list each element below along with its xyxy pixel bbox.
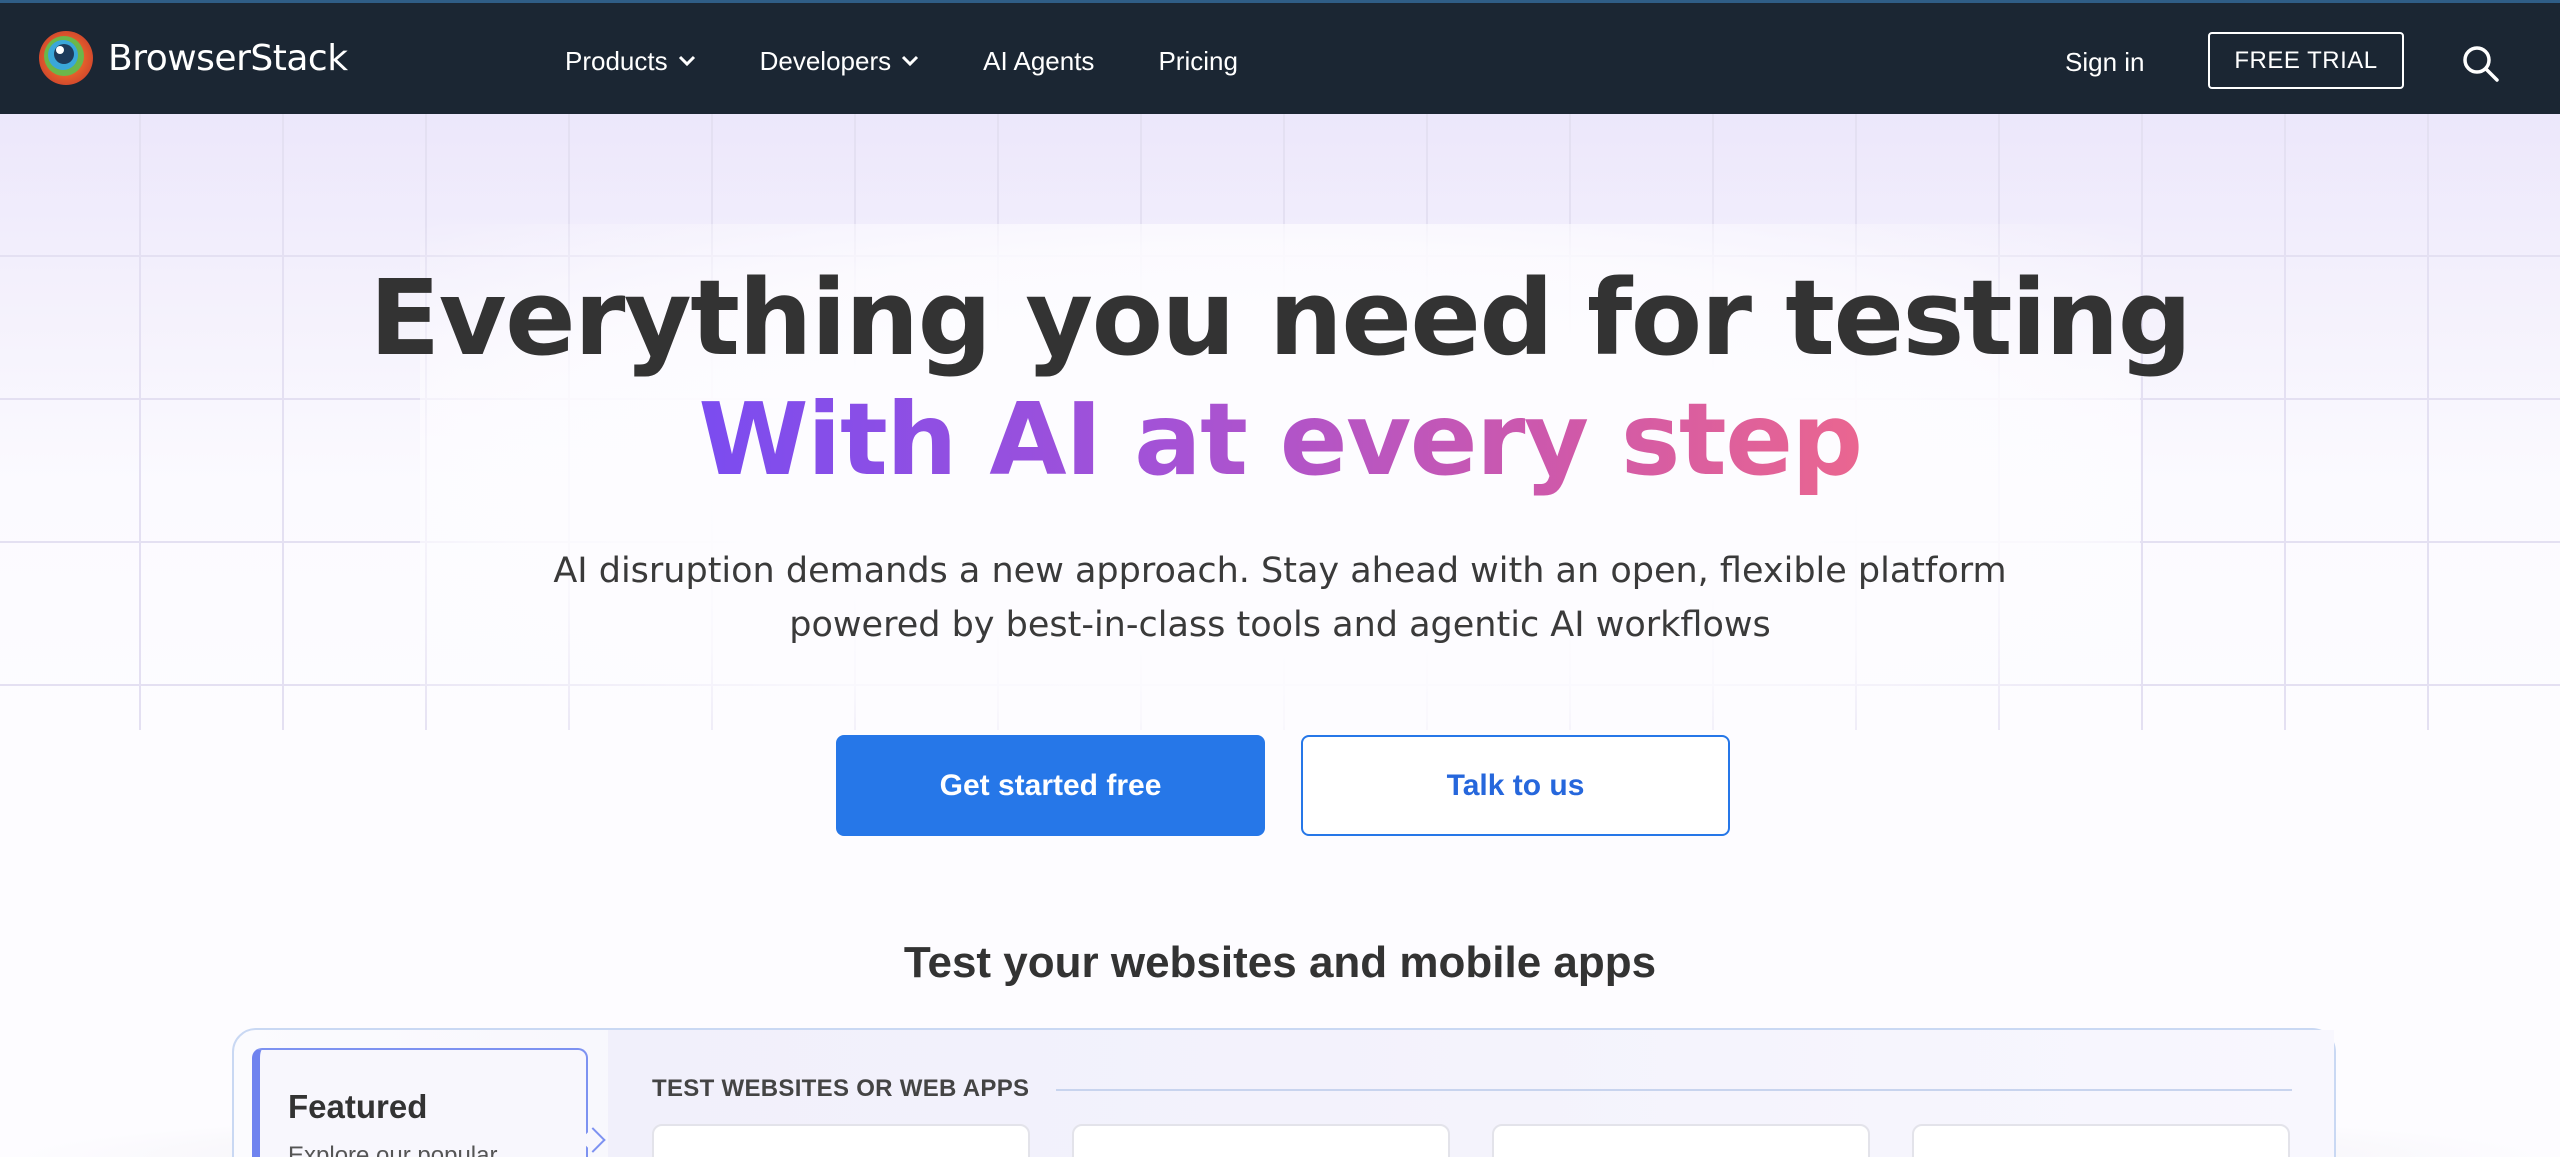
nav-item-label: Developers xyxy=(759,45,892,76)
main-nav: Products Developers AI Agents Pricing xyxy=(565,37,1302,85)
get-started-free-button[interactable]: Get started free xyxy=(836,735,1265,836)
hero-description-line: AI disruption demands a new approach. St… xyxy=(553,551,2007,591)
browserstack-logo-icon xyxy=(39,31,93,85)
products-section-title: Test your websites and mobile apps xyxy=(903,938,1657,987)
hero-subtitle: With AI at every step xyxy=(0,380,2560,500)
chevron-down-icon xyxy=(678,55,695,67)
search-button[interactable] xyxy=(2460,43,2502,85)
product-group-heading: TEST WEBSITES OR WEB APPS xyxy=(652,1075,1030,1102)
hero-description: AI disruption demands a new approach. St… xyxy=(0,544,2560,652)
brand-name: BrowserStack xyxy=(108,37,348,79)
nav-item-pricing[interactable]: Pricing xyxy=(1158,37,1237,85)
featured-tab-description: Explore our popular xyxy=(288,1142,498,1157)
talk-to-us-button[interactable]: Talk to us xyxy=(1301,735,1730,836)
nav-item-ai-agents[interactable]: AI Agents xyxy=(983,37,1094,85)
product-card[interactable] xyxy=(652,1124,1030,1157)
product-card[interactable] xyxy=(1492,1124,1870,1157)
sign-in-link[interactable]: Sign in xyxy=(2065,47,2145,78)
free-trial-button[interactable]: FREE TRIAL xyxy=(2208,32,2404,89)
hero-subtitle-gradient-text: With AI at every step xyxy=(698,381,1863,498)
product-group-divider xyxy=(1056,1089,2292,1091)
search-icon xyxy=(2463,46,2499,82)
nav-item-label: Pricing xyxy=(1158,45,1238,76)
hero-title: Everything you need for testing xyxy=(369,257,2192,379)
browserstack-logo[interactable]: BrowserStack xyxy=(38,29,348,87)
product-card[interactable] xyxy=(1072,1124,1450,1157)
nav-item-products[interactable]: Products xyxy=(565,37,696,85)
nav-item-label: AI Agents xyxy=(983,45,1095,76)
nav-item-label: Products xyxy=(565,45,668,76)
product-card[interactable] xyxy=(1912,1124,2290,1157)
chevron-down-icon xyxy=(902,55,919,67)
nav-item-developers[interactable]: Developers xyxy=(760,37,920,85)
featured-tab-title: Featured xyxy=(288,1088,428,1125)
hero-description-line: powered by best-in-class tools and agent… xyxy=(789,605,1771,645)
top-navbar: BrowserStack Products Developers AI Agen… xyxy=(0,0,2560,114)
